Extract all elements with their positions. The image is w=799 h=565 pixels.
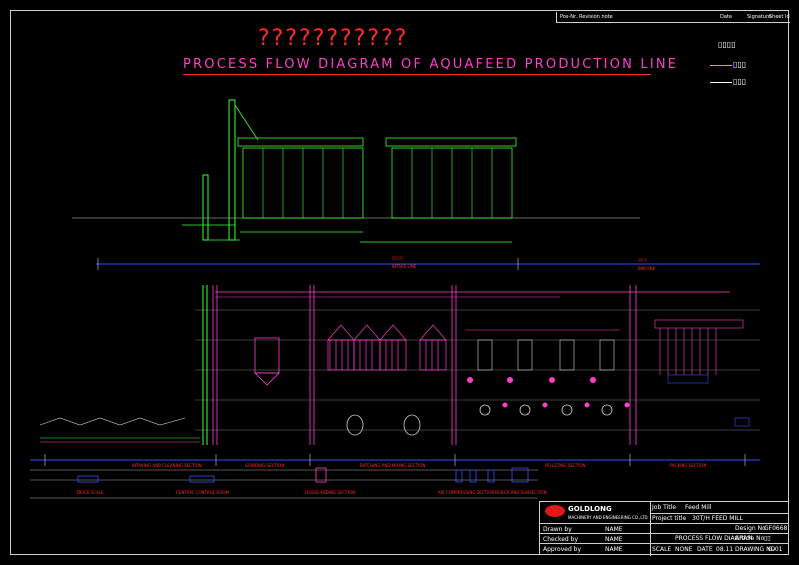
sheet-value: G-01 — [768, 546, 783, 553]
label-packing: PACKING SECTION — [670, 463, 707, 468]
label-intake-cleaning: INTAKING AND CLEANING SECTION — [132, 463, 202, 468]
design-no: GF0668 — [764, 525, 788, 532]
batching-bins — [327, 324, 447, 371]
project-title: 30T/H FEED MILL — [692, 515, 743, 522]
label-air-compressing: AIR COMPRESSING SECTION — [438, 490, 495, 495]
label-liquid-adding: LIQUID ADDING SECTION — [305, 490, 356, 495]
company-logo — [545, 505, 565, 517]
company-name: GOLDLONG — [568, 505, 612, 513]
company-sub: MACHINERY AND ENGINEERING CO.,LTD — [568, 515, 648, 520]
pellet-mills — [467, 377, 630, 416]
process-diagram — [30, 99, 760, 499]
label-boiler: BOILER AND SUBSECTION — [495, 490, 547, 495]
drawn-by-label: Drawn by — [543, 526, 572, 533]
project-label: Project title — [652, 515, 687, 522]
label-truck-scale: TRUCK SCALE — [76, 490, 104, 495]
section-dividers — [44, 258, 746, 466]
article-no: ▯▯ — [764, 535, 771, 542]
intake-conveyors — [39, 417, 200, 443]
drawing-sheet: Pos-Nr. Revision note Date Signature She… — [0, 0, 799, 565]
design-no-label: Design No — [735, 525, 766, 532]
label-control-room: CENTRAL CONTROL ROOM — [176, 490, 229, 495]
label-grinding: GRINDING SECTION — [245, 463, 285, 468]
label-bin-line: ▯▯▯▯ — [638, 257, 647, 262]
date-value: 08.11 — [716, 546, 734, 553]
main-elevators — [202, 285, 730, 445]
label-batching-mixing: BATCHING AND MIXING SECTION — [360, 463, 426, 468]
scale-label: SCALE — [652, 546, 672, 553]
article-label: Article No — [735, 535, 765, 542]
label-pelleting: PELLETING SECTION — [545, 463, 586, 468]
mixers — [346, 414, 421, 436]
label-bin-line-sub: BIN LINE — [638, 266, 656, 271]
date-label: DATE — [697, 546, 713, 553]
label-intake-line: ▯▯▯▯▯ — [392, 255, 404, 260]
label-intake-line-sub: INTAKE LINE — [392, 264, 417, 269]
title-block: GOLDLONG MACHINERY AND ENGINEERING CO.,L… — [539, 501, 789, 556]
silo-group-left — [237, 137, 364, 233]
approved-by-label: Approved by — [543, 546, 582, 553]
scale-value: NONE — [675, 546, 693, 553]
pelleting-bins — [465, 329, 620, 371]
grinding-bins — [254, 337, 280, 386]
job-title-label: Job Title — [652, 504, 677, 511]
approved-by-name: NAME — [605, 546, 623, 553]
intake-elevator — [182, 99, 259, 241]
job-title: Feed Mill — [685, 504, 712, 511]
silo-group-right — [360, 137, 517, 243]
packing-bins — [654, 319, 750, 427]
checked-by-label: Checked by — [543, 536, 579, 543]
drawn-by-name: NAME — [605, 526, 623, 533]
checked-by-name: NAME — [605, 536, 623, 543]
